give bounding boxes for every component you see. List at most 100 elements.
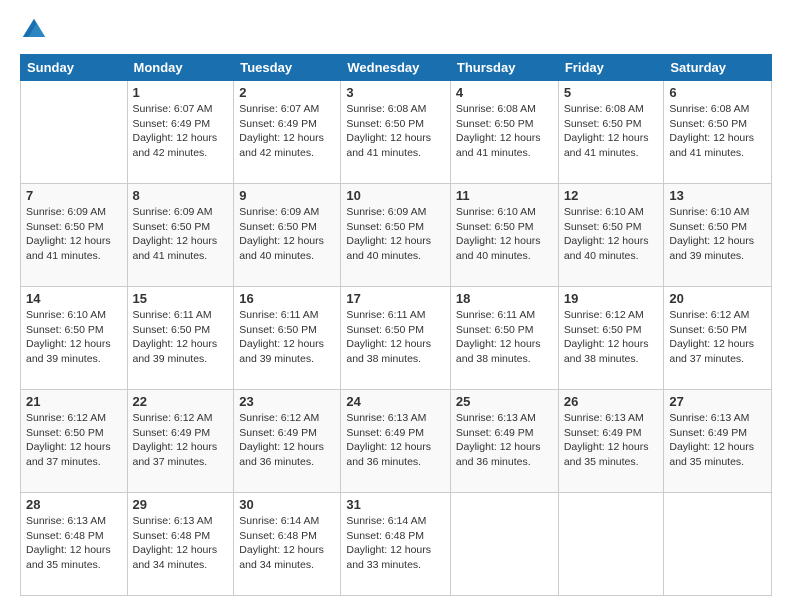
page: SundayMondayTuesdayWednesdayThursdayFrid…: [0, 0, 792, 612]
column-header-tuesday: Tuesday: [234, 55, 341, 81]
day-info: Sunrise: 6:12 AMSunset: 6:49 PMDaylight:…: [239, 411, 335, 470]
day-number: 19: [564, 291, 659, 306]
day-cell: 5 Sunrise: 6:08 AMSunset: 6:50 PMDaylight…: [558, 81, 664, 184]
day-number: 29: [133, 497, 229, 512]
day-number: 18: [456, 291, 553, 306]
day-number: 22: [133, 394, 229, 409]
day-cell: 20 Sunrise: 6:12 AMSunset: 6:50 PMDayligh…: [664, 287, 772, 390]
day-number: 6: [669, 85, 766, 100]
column-header-monday: Monday: [127, 55, 234, 81]
day-number: 25: [456, 394, 553, 409]
day-number: 8: [133, 188, 229, 203]
day-info: Sunrise: 6:11 AMSunset: 6:50 PMDaylight:…: [456, 308, 553, 367]
day-info: Sunrise: 6:11 AMSunset: 6:50 PMDaylight:…: [133, 308, 229, 367]
day-number: 7: [26, 188, 122, 203]
day-number: 10: [346, 188, 445, 203]
column-header-saturday: Saturday: [664, 55, 772, 81]
day-number: 1: [133, 85, 229, 100]
day-cell: 9 Sunrise: 6:09 AMSunset: 6:50 PMDaylight…: [234, 184, 341, 287]
day-cell: 8 Sunrise: 6:09 AMSunset: 6:50 PMDaylight…: [127, 184, 234, 287]
day-cell: 30 Sunrise: 6:14 AMSunset: 6:48 PMDayligh…: [234, 493, 341, 596]
day-cell: 25 Sunrise: 6:13 AMSunset: 6:49 PMDayligh…: [450, 390, 558, 493]
day-number: 26: [564, 394, 659, 409]
column-header-thursday: Thursday: [450, 55, 558, 81]
column-header-friday: Friday: [558, 55, 664, 81]
logo-icon: [20, 16, 48, 44]
day-cell: 31Sunrise: 6:14 AMSunset: 6:48 PMDayligh…: [341, 493, 451, 596]
day-cell: [21, 81, 128, 184]
week-row-2: 7 Sunrise: 6:09 AMSunset: 6:50 PMDaylight…: [21, 184, 772, 287]
day-info: Sunrise: 6:12 AMSunset: 6:50 PMDaylight:…: [564, 308, 659, 367]
day-info: Sunrise: 6:09 AMSunset: 6:50 PMDaylight:…: [26, 205, 122, 264]
day-info: Sunrise: 6:13 AMSunset: 6:49 PMDaylight:…: [669, 411, 766, 470]
day-number: 24: [346, 394, 445, 409]
day-number: 16: [239, 291, 335, 306]
day-number: 28: [26, 497, 122, 512]
day-number: 12: [564, 188, 659, 203]
day-cell: 19 Sunrise: 6:12 AMSunset: 6:50 PMDayligh…: [558, 287, 664, 390]
day-number: 27: [669, 394, 766, 409]
week-row-1: 1 Sunrise: 6:07 AMSunset: 6:49 PMDaylight…: [21, 81, 772, 184]
day-info: Sunrise: 6:09 AMSunset: 6:50 PMDaylight:…: [346, 205, 445, 264]
day-number: 20: [669, 291, 766, 306]
day-cell: 14Sunrise: 6:10 AMSunset: 6:50 PMDayligh…: [21, 287, 128, 390]
day-number: 21: [26, 394, 122, 409]
day-info: Sunrise: 6:14 AMSunset: 6:48 PMDaylight:…: [239, 514, 335, 573]
day-info: Sunrise: 6:13 AMSunset: 6:49 PMDaylight:…: [564, 411, 659, 470]
day-cell: 28 Sunrise: 6:13 AMSunset: 6:48 PMDayligh…: [21, 493, 128, 596]
day-cell: 3Sunrise: 6:08 AMSunset: 6:50 PMDaylight…: [341, 81, 451, 184]
day-number: 23: [239, 394, 335, 409]
header: [20, 16, 772, 44]
day-cell: 23 Sunrise: 6:12 AMSunset: 6:49 PMDayligh…: [234, 390, 341, 493]
day-cell: 6Sunrise: 6:08 AMSunset: 6:50 PMDaylight…: [664, 81, 772, 184]
day-number: 5: [564, 85, 659, 100]
day-number: 30: [239, 497, 335, 512]
day-cell: 26 Sunrise: 6:13 AMSunset: 6:49 PMDayligh…: [558, 390, 664, 493]
day-info: Sunrise: 6:08 AMSunset: 6:50 PMDaylight:…: [456, 102, 553, 161]
day-number: 17: [346, 291, 445, 306]
day-info: Sunrise: 6:10 AMSunset: 6:50 PMDaylight:…: [669, 205, 766, 264]
day-info: Sunrise: 6:08 AMSunset: 6:50 PMDaylight:…: [564, 102, 659, 161]
day-cell: 1 Sunrise: 6:07 AMSunset: 6:49 PMDaylight…: [127, 81, 234, 184]
day-info: Sunrise: 6:10 AMSunset: 6:50 PMDaylight:…: [564, 205, 659, 264]
day-cell: 7 Sunrise: 6:09 AMSunset: 6:50 PMDaylight…: [21, 184, 128, 287]
week-row-3: 14Sunrise: 6:10 AMSunset: 6:50 PMDayligh…: [21, 287, 772, 390]
day-info: Sunrise: 6:07 AMSunset: 6:49 PMDaylight:…: [239, 102, 335, 161]
day-cell: 15 Sunrise: 6:11 AMSunset: 6:50 PMDayligh…: [127, 287, 234, 390]
day-cell: 11Sunrise: 6:10 AMSunset: 6:50 PMDayligh…: [450, 184, 558, 287]
day-number: 15: [133, 291, 229, 306]
day-info: Sunrise: 6:13 AMSunset: 6:49 PMDaylight:…: [456, 411, 553, 470]
header-row: SundayMondayTuesdayWednesdayThursdayFrid…: [21, 55, 772, 81]
day-info: Sunrise: 6:12 AMSunset: 6:49 PMDaylight:…: [133, 411, 229, 470]
calendar-table: SundayMondayTuesdayWednesdayThursdayFrid…: [20, 54, 772, 596]
week-row-5: 28 Sunrise: 6:13 AMSunset: 6:48 PMDayligh…: [21, 493, 772, 596]
day-cell: 24Sunrise: 6:13 AMSunset: 6:49 PMDayligh…: [341, 390, 451, 493]
day-info: Sunrise: 6:10 AMSunset: 6:50 PMDaylight:…: [26, 308, 122, 367]
day-number: 11: [456, 188, 553, 203]
day-info: Sunrise: 6:13 AMSunset: 6:48 PMDaylight:…: [26, 514, 122, 573]
day-cell: 10 Sunrise: 6:09 AMSunset: 6:50 PMDayligh…: [341, 184, 451, 287]
day-cell: [664, 493, 772, 596]
day-number: 9: [239, 188, 335, 203]
day-info: Sunrise: 6:09 AMSunset: 6:50 PMDaylight:…: [133, 205, 229, 264]
day-cell: 22 Sunrise: 6:12 AMSunset: 6:49 PMDayligh…: [127, 390, 234, 493]
day-info: Sunrise: 6:11 AMSunset: 6:50 PMDaylight:…: [239, 308, 335, 367]
day-cell: 18 Sunrise: 6:11 AMSunset: 6:50 PMDayligh…: [450, 287, 558, 390]
day-cell: 17 Sunrise: 6:11 AMSunset: 6:50 PMDayligh…: [341, 287, 451, 390]
day-cell: [450, 493, 558, 596]
day-cell: 4Sunrise: 6:08 AMSunset: 6:50 PMDaylight…: [450, 81, 558, 184]
day-info: Sunrise: 6:13 AMSunset: 6:48 PMDaylight:…: [133, 514, 229, 573]
week-row-4: 21 Sunrise: 6:12 AMSunset: 6:50 PMDayligh…: [21, 390, 772, 493]
day-info: Sunrise: 6:12 AMSunset: 6:50 PMDaylight:…: [669, 308, 766, 367]
day-info: Sunrise: 6:09 AMSunset: 6:50 PMDaylight:…: [239, 205, 335, 264]
day-number: 3: [346, 85, 445, 100]
day-info: Sunrise: 6:07 AMSunset: 6:49 PMDaylight:…: [133, 102, 229, 161]
day-info: Sunrise: 6:12 AMSunset: 6:50 PMDaylight:…: [26, 411, 122, 470]
day-number: 2: [239, 85, 335, 100]
day-info: Sunrise: 6:11 AMSunset: 6:50 PMDaylight:…: [346, 308, 445, 367]
day-cell: [558, 493, 664, 596]
day-cell: 29 Sunrise: 6:13 AMSunset: 6:48 PMDayligh…: [127, 493, 234, 596]
logo: [20, 16, 52, 44]
day-cell: 16 Sunrise: 6:11 AMSunset: 6:50 PMDayligh…: [234, 287, 341, 390]
column-header-sunday: Sunday: [21, 55, 128, 81]
